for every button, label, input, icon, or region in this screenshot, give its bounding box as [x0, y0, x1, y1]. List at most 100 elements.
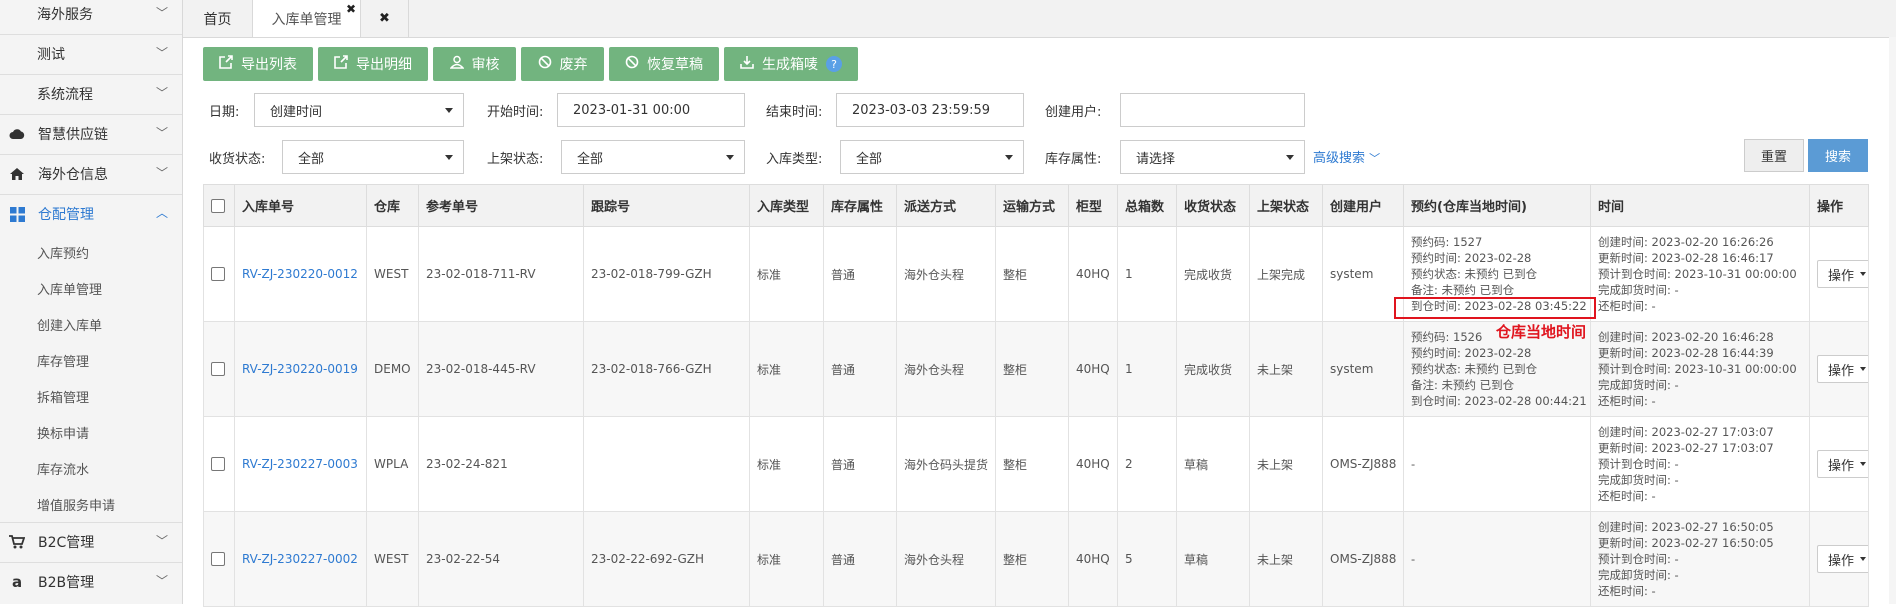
row-checkbox[interactable] [211, 267, 225, 282]
row-action-dropdown[interactable]: 操作 [1817, 450, 1868, 478]
sidebar-item-warehouse-distribution[interactable]: 仓配管理 ︿ [0, 194, 182, 234]
column-header: 上架状态 [1249, 184, 1323, 227]
cell-wh: DEMO [374, 362, 411, 376]
restore-draft-button[interactable]: 恢复草稿 [609, 47, 719, 81]
cell-cabinet: 40HQ [1076, 267, 1110, 281]
time-line: 创建时间: 2023-02-20 16:26:26 [1598, 235, 1774, 249]
cell-transport: 整柜 [1003, 457, 1028, 472]
cell-boxes: 5 [1125, 552, 1133, 566]
discard-button[interactable]: 废弃 [521, 47, 604, 81]
sidebar-item-smart-supply-chain[interactable]: 智慧供应链 ﹀ [0, 114, 182, 154]
sidebar-child-create-inbound[interactable]: 创建入库单 [0, 306, 182, 342]
audit-button[interactable]: 审核 [433, 47, 516, 81]
sidebar-child-unbox-mgmt[interactable]: 拆箱管理 [0, 378, 182, 414]
cell-delivery: 海外仓头程 [904, 362, 965, 377]
row-checkbox[interactable] [211, 552, 225, 567]
caret-down-icon [1005, 155, 1013, 160]
cell-shelf: 未上架 [1257, 552, 1294, 567]
inbound-order-link[interactable]: RV-ZJ-230227-0003 [242, 457, 358, 471]
cell-type: 标准 [757, 552, 782, 567]
link-label: 高级搜索 [1313, 151, 1366, 166]
sidebar-item-system-flow[interactable]: 系统流程 ﹀ [0, 74, 182, 114]
button-label: 恢复草稿 [647, 57, 703, 73]
cell-ref: 23-02-018-711-RV [426, 267, 536, 281]
sidebar-item-test[interactable]: 测试 ﹀ [0, 34, 182, 74]
inbound-order-link[interactable]: RV-ZJ-230227-0002 [242, 552, 358, 566]
sidebar-child-value-added-service[interactable]: 增值服务申请 [0, 486, 182, 522]
export-detail-button[interactable]: 导出明细 [318, 47, 428, 81]
receive-status-select[interactable]: 全部 [282, 140, 464, 174]
row-action-dropdown[interactable]: 操作 [1817, 545, 1868, 573]
start-time-input[interactable]: 2023-01-31 00:00 [557, 93, 745, 127]
row-checkbox[interactable] [211, 457, 225, 472]
home-icon [8, 165, 26, 183]
inbound-order-link[interactable]: RV-ZJ-230220-0019 [242, 362, 358, 376]
close-all-tabs-button[interactable]: ✖ [361, 0, 409, 37]
sidebar-child-inbound-order-mgmt[interactable]: 入库单管理 [0, 270, 182, 306]
cell-type: 标准 [757, 457, 782, 472]
sidebar-child-inventory-flow[interactable]: 库存流水 [0, 450, 182, 486]
cell-attr: 普通 [831, 552, 856, 567]
date-type-select[interactable]: 创建时间 [254, 93, 464, 127]
sidebar-item-label: 系统流程 [37, 87, 93, 103]
caret-down-icon [1860, 367, 1867, 371]
select-value: 全部 [298, 151, 325, 167]
cell-wh: WPLA [374, 457, 409, 471]
button-label: 操作 [1828, 363, 1855, 379]
appointment-line: 到仓时间: 2023-02-28 00:44:21 [1411, 394, 1587, 408]
time-line: 预计到仓时间: 2023-10-31 00:00:00 [1598, 267, 1797, 281]
header-select-all[interactable] [203, 184, 235, 227]
appointment-line: 预约时间: 2023-02-28 [1411, 251, 1532, 265]
stock-attr-select[interactable]: 请选择 [1120, 140, 1305, 174]
sidebar-item-b2c[interactable]: B2C管理 ﹀ [0, 522, 182, 562]
user-icon [448, 55, 465, 73]
sidebar-child-inbound-appointment[interactable]: 入库预约 [0, 234, 182, 270]
appointment-line: 预约状态: 未预约 已到仓 [1411, 267, 1538, 281]
sidebar-item-label: 海外仓信息 [38, 167, 108, 183]
inbound-type-select[interactable]: 全部 [840, 140, 1024, 174]
sidebar-item-b2b[interactable]: a B2B管理 ﹀ [0, 562, 182, 602]
sidebar-item-overseas-warehouse-info[interactable]: 海外仓信息 ﹀ [0, 154, 182, 194]
cell-boxes: 2 [1125, 457, 1133, 471]
time-line: 还柜时间: - [1598, 299, 1656, 313]
button-label: 导出列表 [241, 57, 297, 73]
select-all-checkbox[interactable] [211, 198, 225, 213]
cell-user: OMS-ZJ888 [1330, 552, 1397, 566]
end-time-input[interactable]: 2023-03-03 23:59:59 [836, 93, 1024, 127]
time-line: 预计到仓时间: - [1598, 457, 1679, 471]
select-value: 全部 [577, 151, 604, 167]
sidebar-child-label: 创建入库单 [37, 318, 103, 334]
tab-inbound-order-mgmt[interactable]: 入库单管理 ✖ [253, 0, 361, 37]
row-action-dropdown[interactable]: 操作 [1817, 260, 1868, 288]
inbound-order-link[interactable]: RV-ZJ-230220-0012 [242, 267, 358, 281]
input-value: 2023-03-03 23:59:59 [852, 102, 991, 118]
reset-button[interactable]: 重置 [1744, 139, 1804, 172]
cell-shelf: 未上架 [1257, 457, 1294, 472]
row-checkbox[interactable] [211, 362, 225, 377]
chevron-down-icon: ﹀ [155, 534, 168, 548]
create-user-input[interactable] [1120, 93, 1305, 127]
page-scrollbar[interactable] [1889, 37, 1896, 604]
button-label: 生成箱唛 [762, 57, 818, 73]
tab-home[interactable]: 首页 [183, 0, 253, 37]
search-button[interactable]: 搜索 [1808, 139, 1868, 172]
caret-down-icon [445, 155, 453, 160]
cell-cabinet: 40HQ [1076, 362, 1110, 376]
close-icon[interactable]: ✖ [346, 2, 356, 16]
generate-box-label-button[interactable]: 生成箱唛 ? [724, 47, 858, 81]
tab-label: 首页 [203, 11, 232, 28]
appointment-line: - [1411, 457, 1416, 471]
row-action-dropdown[interactable]: 操作 [1817, 355, 1868, 383]
chevron-down-icon: ﹀ [1369, 152, 1381, 165]
download-icon [740, 55, 754, 73]
help-icon[interactable]: ? [826, 56, 842, 72]
advanced-search-link[interactable]: 高级搜索 ﹀ [1313, 147, 1380, 166]
sidebar-child-inventory-mgmt[interactable]: 库存管理 [0, 342, 182, 378]
cell-type: 标准 [757, 267, 782, 282]
sidebar-item-overseas-service[interactable]: 海外服务 ﹀ [0, 0, 182, 34]
time-line: 创建时间: 2023-02-20 16:46:28 [1598, 330, 1774, 344]
column-header: 操作 [1809, 184, 1869, 227]
export-list-button[interactable]: 导出列表 [203, 47, 313, 81]
sidebar-child-relabel-request[interactable]: 换标申请 [0, 414, 182, 450]
shelf-status-select[interactable]: 全部 [561, 140, 745, 174]
